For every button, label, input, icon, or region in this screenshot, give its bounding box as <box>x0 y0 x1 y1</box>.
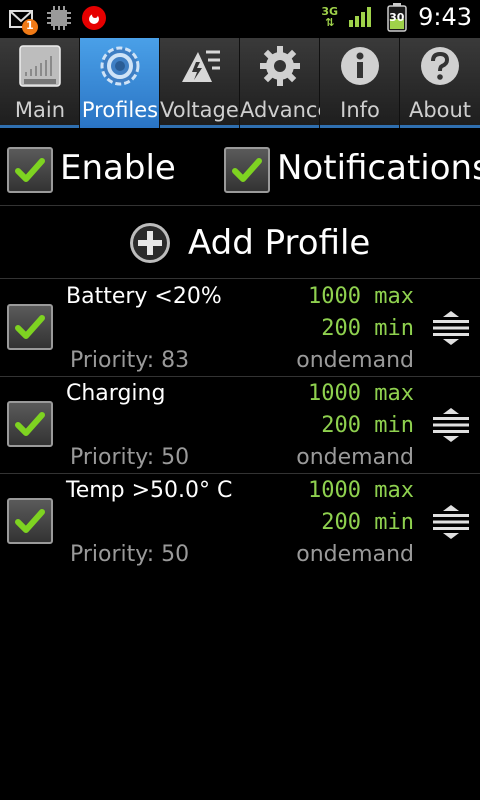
missed-message-icon: 1 <box>8 5 38 35</box>
tab-info[interactable]: Info <box>320 38 400 128</box>
vodafone-icon <box>80 4 108 36</box>
tab-advanced[interactable]: Advanced <box>240 38 320 128</box>
info-icon <box>338 44 382 88</box>
chip-icon <box>46 5 72 35</box>
toggle-row: Enable Notifications <box>0 130 480 206</box>
checkmark-icon <box>232 158 262 182</box>
profile-row[interactable]: Temp >50.0° C Priority: 50 1000 max 200 … <box>0 474 480 571</box>
profile-name: Charging <box>66 381 166 406</box>
profile-governor: ondemand <box>296 445 414 470</box>
profile-name: Battery <20% <box>66 284 222 309</box>
add-profile-button[interactable]: Add Profile <box>0 207 480 279</box>
tab-about[interactable]: About <box>400 38 480 128</box>
notification-count: 1 <box>26 19 34 32</box>
profile-max-freq: 1000 max <box>308 284 414 309</box>
profile-enabled-checkbox[interactable] <box>7 498 53 544</box>
profile-governor: ondemand <box>296 542 414 567</box>
tab-advanced-label: Advanced <box>240 98 320 122</box>
profile-enabled-checkbox[interactable] <box>7 401 53 447</box>
profile-min-freq: 200 min <box>321 413 414 438</box>
profile-max-freq: 1000 max <box>308 381 414 406</box>
tab-main[interactable]: Main <box>0 38 80 128</box>
tab-bar: Main Profiles Voltages <box>0 38 480 128</box>
clock: 9:43 <box>418 3 472 31</box>
tab-voltages[interactable]: Voltages <box>160 38 240 128</box>
profile-priority: Priority: 50 <box>70 542 190 567</box>
voltages-icon <box>178 44 222 88</box>
profile-row[interactable]: Charging Priority: 50 1000 max 200 min o… <box>0 377 480 474</box>
profiles-gear-icon <box>98 44 142 88</box>
tab-main-label: Main <box>14 98 66 122</box>
profile-priority: Priority: 83 <box>70 348 190 373</box>
drag-handle-icon[interactable] <box>432 407 470 443</box>
profile-name: Temp >50.0° C <box>66 478 233 503</box>
signal-icon <box>348 2 376 32</box>
add-profile-label: Add Profile <box>188 223 371 263</box>
status-bar: 1 3G ⇅ 30 9:43 <box>0 0 480 38</box>
enable-checkbox[interactable] <box>7 147 53 193</box>
notifications-checkbox[interactable] <box>224 147 270 193</box>
checkmark-icon <box>15 412 45 436</box>
checkmark-icon <box>15 158 45 182</box>
profile-min-freq: 200 min <box>321 316 414 341</box>
profile-max-freq: 1000 max <box>308 478 414 503</box>
help-icon <box>418 44 462 88</box>
enable-label[interactable]: Enable <box>60 148 176 188</box>
checkmark-icon <box>15 509 45 533</box>
battery-icon: 30 <box>386 2 408 32</box>
status-left-icons: 1 <box>8 4 108 36</box>
drag-handle-icon[interactable] <box>432 310 470 346</box>
tab-profiles-label: Profiles <box>81 98 159 122</box>
profile-min-freq: 200 min <box>321 510 414 535</box>
plus-icon <box>128 221 172 265</box>
battery-level: 30 <box>389 11 405 24</box>
drag-handle-icon[interactable] <box>432 504 470 540</box>
tab-voltages-label: Voltages <box>160 98 240 122</box>
tab-profiles[interactable]: Profiles <box>80 38 160 128</box>
notifications-label[interactable]: Notifications <box>277 148 480 188</box>
network-type: 3G ⇅ <box>321 5 339 29</box>
setcpu-chip-icon <box>18 44 62 88</box>
status-right-icons: 3G ⇅ 30 9:43 <box>321 2 472 32</box>
tab-about-label: About <box>408 98 472 122</box>
profile-governor: ondemand <box>296 348 414 373</box>
profile-enabled-checkbox[interactable] <box>7 304 53 350</box>
tab-info-label: Info <box>340 98 380 122</box>
profile-row[interactable]: Battery <20% Priority: 83 1000 max 200 m… <box>0 280 480 377</box>
gear-icon <box>258 44 302 88</box>
checkmark-icon <box>15 315 45 339</box>
profile-priority: Priority: 50 <box>70 445 190 470</box>
